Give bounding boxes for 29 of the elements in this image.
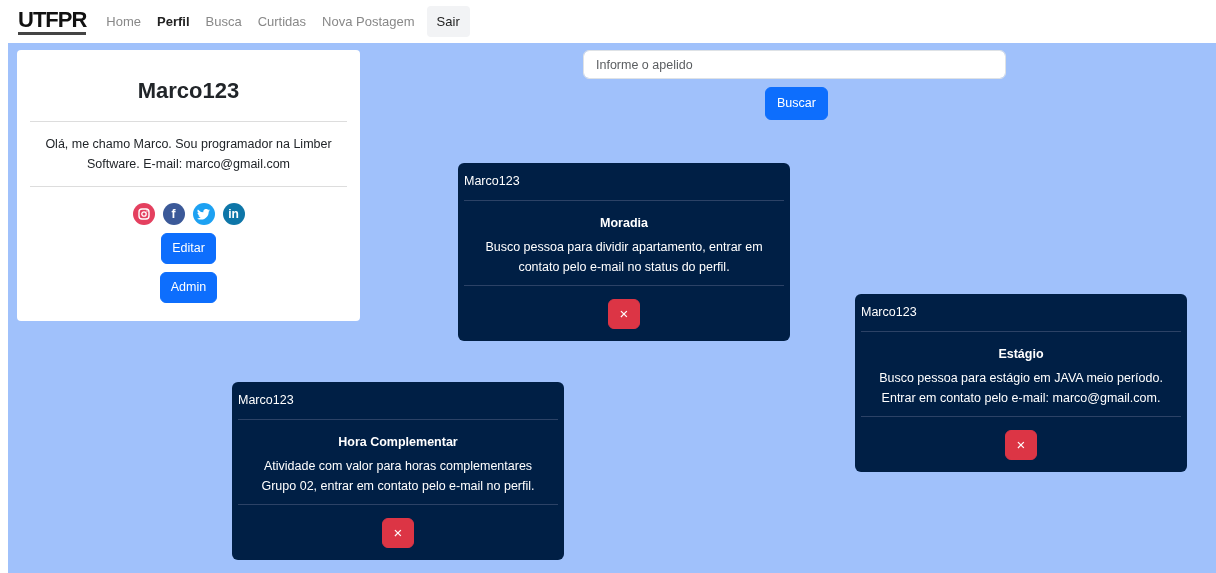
- nav-link[interactable]: Curtidas: [253, 11, 311, 32]
- nav-link[interactable]: Home: [102, 11, 145, 32]
- post-title: Moradia: [599, 214, 649, 232]
- nav-link[interactable]: Busca: [201, 11, 246, 32]
- linkedin-icon[interactable]: in: [222, 203, 245, 225]
- post-author: Marco123: [464, 163, 784, 201]
- nav-link[interactable]: Perfil: [153, 11, 194, 32]
- post-title: Hora Complementar: [337, 433, 459, 451]
- search-field[interactable]: Informe o apelido: [583, 50, 1006, 79]
- post-author: Marco123: [238, 382, 558, 420]
- twitter-icon[interactable]: [192, 203, 215, 225]
- profile-bio: Olá, me chamo Marco. Sou programador na Limber Software. E-mail: marco@gmail.com: [30, 121, 347, 187]
- logout-button[interactable]: Sair: [426, 5, 470, 38]
- profile-button[interactable]: Admin: [159, 271, 218, 303]
- post-text: Busco pessoa para dividir apartamento, entrar em contato pelo e-mail no status do perfil.: [484, 238, 764, 276]
- search-button[interactable]: Buscar: [765, 87, 828, 120]
- post-title: Estágio: [997, 345, 1045, 363]
- post-author: Marco123: [861, 294, 1181, 332]
- post-text: Busco pessoa para estágio em JAVA meio período. Entrar em contato pelo e-mail: marco@gmail.com.: [878, 369, 1164, 407]
- profile-name: Marco123: [136, 77, 241, 105]
- facebook-icon[interactable]: f: [162, 203, 185, 225]
- delete-button[interactable]: ×: [382, 517, 414, 548]
- delete-button[interactable]: ×: [608, 298, 640, 329]
- instagram-icon[interactable]: [132, 203, 155, 225]
- post-text: Atividade com valor para horas complementares Grupo 02, entrar em contato pelo e-mail no perfil.: [260, 457, 536, 495]
- logo: UTFPR: [18, 8, 87, 35]
- profile-button[interactable]: Editar: [161, 233, 216, 264]
- delete-button[interactable]: ×: [1005, 429, 1037, 460]
- nav-link[interactable]: Nova Postagem: [318, 11, 419, 32]
